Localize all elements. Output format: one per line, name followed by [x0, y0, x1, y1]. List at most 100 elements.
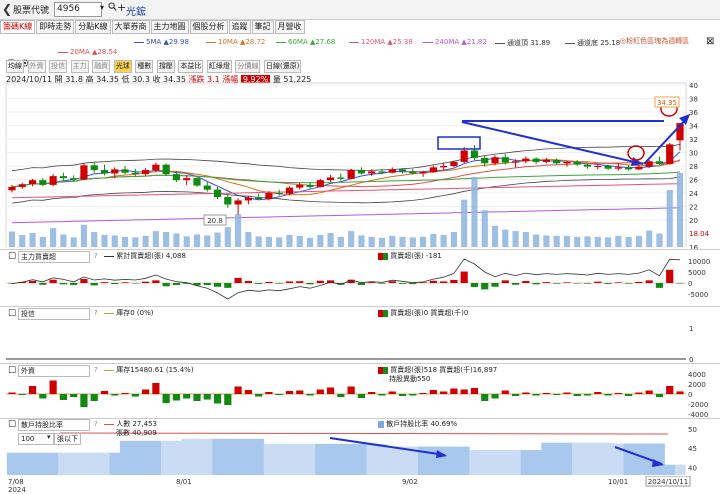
foreign-bar [28, 386, 37, 394]
price-tick-label: 36 [689, 109, 698, 117]
volume-bar [204, 235, 211, 247]
ma120-value: 120MA ▲25.38 [361, 38, 413, 46]
back-arrow-icon[interactable]: ❮ [2, 2, 12, 16]
holders-bar [37, 452, 49, 475]
channel-bottom-value: 通道底 25.18 [577, 39, 621, 47]
volume-bar [132, 237, 139, 247]
main-force-bar [429, 280, 437, 283]
foreign-bar [440, 391, 448, 394]
main-force-bar [357, 283, 366, 285]
main-force-bar [388, 281, 396, 283]
holders-help[interactable]: ? [94, 420, 98, 428]
candle-body [532, 158, 540, 162]
tab-monthly-revenue[interactable]: 月營收 [274, 20, 305, 34]
foreign-bar [347, 386, 355, 394]
tab-stock-analysis[interactable]: 個股分析 [189, 20, 228, 34]
trust-axis-0: 0 [689, 356, 693, 363]
stock-code-input[interactable]: 4956 [54, 2, 102, 17]
volume-bar [512, 231, 519, 247]
foreign-bar [234, 386, 242, 394]
volume-bar [481, 210, 488, 247]
holders-bar [664, 464, 676, 475]
foreign-bar [409, 394, 417, 396]
candle-body [378, 171, 386, 173]
holders-bar [17, 452, 28, 475]
holders-bar [530, 450, 542, 475]
foreign-bar [614, 393, 622, 394]
ma240-swatch [423, 41, 433, 43]
holders-bar [294, 443, 306, 475]
holders-count-button[interactable]: 張以下 [54, 433, 81, 445]
volume-bar [70, 237, 77, 247]
main-force-bar [224, 283, 232, 288]
volume-bar [121, 236, 129, 247]
ma5-legend: 5MA ▲29.98 [134, 38, 189, 46]
candle-body [419, 172, 427, 174]
volume-bar [173, 233, 180, 247]
foreign-bar [337, 394, 345, 397]
main-force-bar [450, 279, 458, 283]
holders-bar [274, 443, 285, 475]
candle-body [398, 169, 407, 172]
foreign-bar [460, 389, 468, 394]
volume-bar [594, 236, 601, 247]
holders-bar [520, 450, 532, 475]
foreign-bar [625, 394, 633, 396]
volume-bar [502, 229, 509, 247]
tab-big-brokers[interactable]: 大單券商 [111, 20, 150, 34]
main-force-bar [553, 283, 561, 284]
top-bar: ❮ 股票代號 4956 ▾ + 光鋐 [0, 0, 720, 20]
volume-bar [142, 235, 149, 247]
ma60-legend: 60MA ▲27.68 [276, 38, 335, 46]
holders-checkbox[interactable]: ☐ [8, 420, 16, 430]
stock-name: 光鋐 [126, 7, 146, 18]
tab-track[interactable]: 追蹤 [228, 20, 251, 34]
close-icon[interactable]: ⊠ [706, 36, 714, 47]
main-force-bar [378, 283, 386, 284]
volume-bar [286, 234, 293, 247]
tab-chip-kline[interactable]: 籌碼K線 [0, 20, 36, 34]
dropdown-icon[interactable]: ▾ [100, 3, 104, 12]
main-force-bar [542, 282, 550, 283]
volume-bar [306, 237, 314, 247]
volume-bar [533, 234, 540, 247]
turnover-zone-note: ◎粉紅色區塊為週轉區 [620, 37, 690, 45]
main-force-bar [491, 283, 499, 287]
main-force-bar [666, 269, 674, 283]
holders-bar [376, 443, 388, 475]
foreign-bar [542, 393, 550, 394]
holders-bar [623, 443, 635, 475]
volume-bar [409, 237, 416, 247]
ma20-legend: 20MA ▲28.54 [58, 48, 117, 56]
main-force-bar [28, 281, 37, 283]
tab-branch-kline[interactable]: 分點K線 [75, 20, 111, 34]
price-tick-label: 18.04 [689, 230, 710, 238]
holders-bar [397, 446, 408, 475]
foreign-bar [604, 394, 612, 396]
candle-body [285, 187, 294, 194]
trust-axis-1: 1 [689, 325, 693, 333]
tab-intraday[interactable]: 即時走勢 [36, 20, 75, 34]
foreign-bar [90, 394, 98, 401]
holders-select[interactable]: 散戶持股比率 [18, 419, 90, 431]
price-tick-label: 26 [689, 177, 698, 185]
foreign-tick: -4000 [688, 411, 708, 418]
holders-people-value: 人數 27,453 [116, 420, 157, 428]
high-tag: 34.35 [657, 99, 677, 107]
holders-bar [387, 446, 398, 475]
ma10-value: 10MA ▲28.72 [218, 38, 266, 46]
tab-notes[interactable]: 筆記 [251, 20, 274, 34]
volume-bar [430, 233, 437, 247]
holders-count-dropdown-icon[interactable]: ▾ [47, 433, 51, 441]
magnifier-icon[interactable] [108, 2, 117, 14]
tab-main-force-map[interactable]: 主力地圖 [150, 20, 189, 34]
foreign-bar [419, 393, 427, 394]
candle-body [542, 159, 550, 162]
volume-bar [8, 231, 16, 247]
volume-bar [553, 235, 560, 247]
holders-bar [633, 443, 645, 475]
foreign-bar [398, 394, 407, 396]
trust-chart: 1 0 [6, 325, 693, 363]
add-icon[interactable]: + [117, 1, 126, 14]
volume-bar [80, 224, 88, 247]
